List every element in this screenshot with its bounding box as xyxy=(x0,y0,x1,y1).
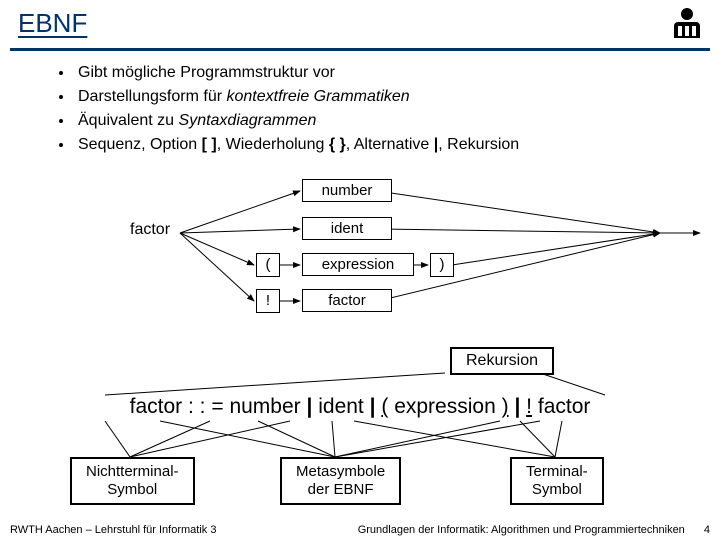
recursion-label-box: Rekursion xyxy=(450,347,554,375)
diagram-term-rparen: ) xyxy=(430,253,454,277)
annotation-terminal: Terminal-Symbol xyxy=(510,457,604,505)
bullet-text: , Wiederholung xyxy=(217,136,329,153)
f-factor2: factor xyxy=(538,395,591,418)
slide-title: EBNF xyxy=(18,8,87,39)
f-expression: expression xyxy=(394,395,496,418)
bullet-text: Darstellungsform für xyxy=(78,88,227,105)
bullet-text: Gibt mögliche Programmstruktur vor xyxy=(78,64,335,81)
f-ident: ident xyxy=(318,395,364,418)
list-item: Äquivalent zu Syntaxdiagrammen xyxy=(74,109,720,133)
f-bar: | xyxy=(370,395,376,418)
f-rparen: ) xyxy=(502,395,509,418)
ebnf-symbol: { } xyxy=(329,136,346,153)
formula-area: Rekursion factor : : = number | ident | … xyxy=(0,345,720,515)
diagram-node-factor: factor xyxy=(130,221,170,239)
f-number: number xyxy=(229,395,300,418)
diagram-term-bang: ! xyxy=(256,289,280,313)
ebnf-symbol: [ ] xyxy=(202,136,217,153)
syntax-diagram: factor number ident ( expression ) ! fac… xyxy=(0,173,720,333)
f-lparen: ( xyxy=(381,395,388,418)
diagram-node-ident: ident xyxy=(302,217,392,240)
bullet-list: Gibt mögliche Programmstruktur vor Darst… xyxy=(34,61,720,157)
f-bang: ! xyxy=(526,395,532,418)
diagram-node-factor2: factor xyxy=(302,289,392,312)
bullet-text: , Alternative xyxy=(346,136,434,153)
f-factor: factor xyxy=(130,395,183,418)
f-bar: | xyxy=(306,395,312,418)
bullet-text: Äquivalent zu xyxy=(78,112,179,129)
bullet-em: kontextfreie Grammatiken xyxy=(227,88,410,105)
footer-left: RWTH Aachen – Lehrstuhl für Informatik 3 xyxy=(10,524,216,536)
ebnf-formula: factor : : = number | ident | ( expressi… xyxy=(0,395,720,419)
page-number: 4 xyxy=(704,524,710,536)
diagram-node-number: number xyxy=(302,179,392,202)
footer: RWTH Aachen – Lehrstuhl für Informatik 3… xyxy=(10,524,710,536)
list-item: Gibt mögliche Programmstruktur vor xyxy=(74,61,720,85)
f-bar: | xyxy=(514,395,520,418)
footer-right: Grundlagen der Informatik: Algorithmen u… xyxy=(358,524,685,536)
diagram-term-lparen: ( xyxy=(256,253,280,277)
list-item: Sequenz, Option [ ], Wiederholung { }, A… xyxy=(74,133,720,157)
annotation-nonterminal: Nichtterminal-Symbol xyxy=(70,457,195,505)
list-item: Darstellungsform für kontextfreie Gramma… xyxy=(74,85,720,109)
f-def: : : = xyxy=(188,395,224,418)
diagram-node-expression: expression xyxy=(302,253,414,276)
bullet-text: , Rekursion xyxy=(438,136,519,153)
bullet-em: Syntaxdiagrammen xyxy=(179,112,317,129)
logo-icon xyxy=(672,8,702,46)
bullet-text: Sequenz, Option xyxy=(78,136,202,153)
title-rule xyxy=(10,48,710,51)
annotation-metasymbol: Metasymboleder EBNF xyxy=(280,457,401,505)
